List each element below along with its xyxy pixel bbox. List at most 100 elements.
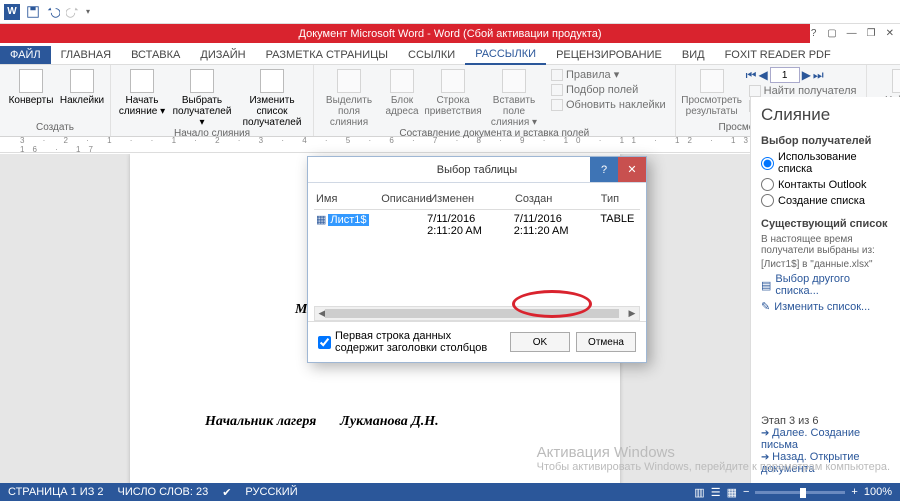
close-icon[interactable]: ✕ [886,27,894,41]
dialog-help-icon[interactable]: ? [590,157,618,182]
col-modified[interactable]: Изменен [429,193,515,205]
tab-review[interactable]: РЕЦЕНЗИРОВАНИЕ [546,46,672,64]
group-label: Создать [6,122,104,134]
ribbon-display-icon[interactable]: ▢ [827,27,836,41]
option-outlook[interactable]: Контакты Outlook [761,178,890,191]
existing-list-text: В настоящее время получатели выбраны из: [761,234,890,256]
prev-record-icon[interactable]: ◀ [758,68,767,82]
step-indicator: Этап 3 из 6 [761,415,890,427]
view-print-icon[interactable]: ▥ [694,486,704,499]
record-input[interactable] [770,67,800,83]
radio-new-list[interactable] [761,194,774,207]
quick-access-toolbar: W ▾ [0,0,900,24]
tab-home[interactable]: ГЛАВНАЯ [51,46,121,64]
zoom-in-icon[interactable]: + [851,486,857,498]
view-web-icon[interactable]: ▦ [727,486,737,499]
address-block-button[interactable]: Блок адреса [382,67,422,117]
proofing-icon[interactable]: ✔ [222,486,231,499]
radio-outlook[interactable] [761,178,774,191]
option-use-list[interactable]: Использование списка [761,151,890,175]
prev-step-link[interactable]: ➔ Назад. Открытие документа [761,451,890,475]
col-type[interactable]: Тип [601,193,638,205]
language-indicator[interactable]: РУССКИЙ [245,486,297,498]
edit-recipients-button[interactable]: Изменить список получателей [237,67,307,128]
next-step-link[interactable]: ➔ Далее. Создание письма [761,427,890,451]
preview-results-button[interactable]: Просмотреть результаты [682,67,742,117]
find-recipient-button[interactable]: Найти получателя [746,84,860,98]
tab-design[interactable]: ДИЗАЙН [190,46,255,64]
word-icon: W [4,4,20,20]
update-labels-button[interactable]: Обновить наклейки [548,98,669,112]
group-create: Конверты Наклейки Создать [0,65,111,136]
start-merge-button[interactable]: Начать слияние ▾ [117,67,167,117]
select-other-list-link[interactable]: ▤Выбор другого списка... [761,273,890,297]
radio-use-list[interactable] [761,157,774,170]
status-bar: СТРАНИЦА 1 ИЗ 2 ЧИСЛО СЛОВ: 23 ✔ РУССКИЙ… [0,483,900,501]
minimize-icon[interactable]: — [847,27,857,41]
tab-file[interactable]: ФАЙЛ [0,46,51,64]
page-indicator[interactable]: СТРАНИЦА 1 ИЗ 2 [8,486,104,498]
existing-list-file: [Лист1$] в "данные.xlsx" [761,259,890,270]
zoom-out-icon[interactable]: − [743,486,749,498]
word-count[interactable]: ЧИСЛО СЛОВ: 23 [118,486,209,498]
existing-list-header: Существующий список [761,218,890,230]
title-bar: Документ Microsoft Word - Word (Сбой акт… [0,24,900,43]
headers-checkbox[interactable] [318,336,331,349]
tab-layout[interactable]: РАЗМЕТКА СТРАНИЦЫ [256,46,398,64]
edit-list-link[interactable]: ✎Изменить список... [761,300,890,313]
col-created[interactable]: Создан [515,193,601,205]
mail-merge-pane: Слияние Выбор получателей Использование … [750,97,900,483]
insert-merge-field-button[interactable]: Вставить поле слияния ▾ [484,67,544,128]
greeting-line-button[interactable]: Строка приветствия [426,67,480,117]
group-start-merge: Начать слияние ▾ Выбрать получателей ▾ И… [111,65,314,136]
ribbon-tabs: ФАЙЛ ГЛАВНАЯ ВСТАВКА ДИЗАЙН РАЗМЕТКА СТР… [0,43,900,65]
dialog-close-icon[interactable]: ✕ [618,157,646,182]
table-row[interactable]: ▦Лист1$ 7/11/2016 2:11:20 AM 7/11/2016 2… [314,210,640,240]
tab-view[interactable]: ВИД [672,46,715,64]
select-table-dialog: Выбор таблицы ? ✕ Имя Описание Изменен С… [307,156,647,363]
tab-insert[interactable]: ВСТАВКА [121,46,190,64]
select-recipients-button[interactable]: Выбрать получателей ▾ [171,67,233,128]
view-read-icon[interactable]: ☰ [711,486,721,499]
col-name[interactable]: Имя [316,193,381,205]
dialog-titlebar[interactable]: Выбор таблицы ? ✕ [308,157,646,183]
restore-icon[interactable]: ❐ [867,27,876,41]
scroll-right-icon[interactable]: ▶ [625,307,639,320]
match-fields-button[interactable]: Подбор полей [548,83,669,97]
group-write-insert: Выделить поля слияния Блок адреса Строка… [314,65,676,136]
dialog-h-scrollbar[interactable]: ◀ ▶ [314,306,640,321]
list-icon: ▤ [761,279,771,292]
zoom-slider[interactable] [755,491,845,494]
highlight-fields-button[interactable]: Выделить поля слияния [320,67,378,128]
col-desc[interactable]: Описание [381,193,429,205]
help-icon[interactable]: ? [810,27,817,41]
row-modified: 7/11/2016 2:11:20 AM [427,213,514,237]
save-icon[interactable] [26,5,40,19]
qat-customize-icon[interactable]: ▾ [86,7,90,16]
envelopes-button[interactable]: Конверты [6,67,56,106]
option-new-list[interactable]: Создание списка [761,194,890,207]
record-nav: ⏮ ◀ ▶ ⏭ [746,67,860,83]
redo-icon[interactable] [66,5,80,19]
last-record-icon[interactable]: ⏭ [813,68,824,83]
zoom-level[interactable]: 100% [864,486,892,498]
table-header-row: Имя Описание Изменен Создан Тип [314,189,640,210]
rules-button[interactable]: Правила ▾ [548,67,669,82]
undo-icon[interactable] [46,5,60,19]
cancel-button[interactable]: Отмена [576,332,636,352]
tab-foxit[interactable]: Foxit Reader PDF [715,46,841,64]
doc-text-initial: М [295,302,307,318]
dialog-title: Выбор таблицы [437,164,517,176]
doc-text-director: Начальник лагеря [205,414,316,430]
ok-button[interactable]: OK [510,332,570,352]
first-record-icon[interactable]: ⏮ [746,68,757,83]
row-name: Лист1$ [328,214,368,226]
window-title: Документ Microsoft Word - Word (Сбой акт… [299,28,602,40]
first-row-headers-checkbox[interactable]: Первая строка данных содержит заголовки … [318,330,502,354]
tab-mailings[interactable]: РАССЫЛКИ [465,45,546,65]
labels-button[interactable]: Наклейки [60,67,104,106]
tab-references[interactable]: ССЫЛКИ [398,46,465,64]
next-record-icon[interactable]: ▶ [802,68,811,82]
row-created: 7/11/2016 2:11:20 AM [514,213,601,237]
table-list: Имя Описание Изменен Создан Тип ▦Лист1$ … [308,183,646,306]
